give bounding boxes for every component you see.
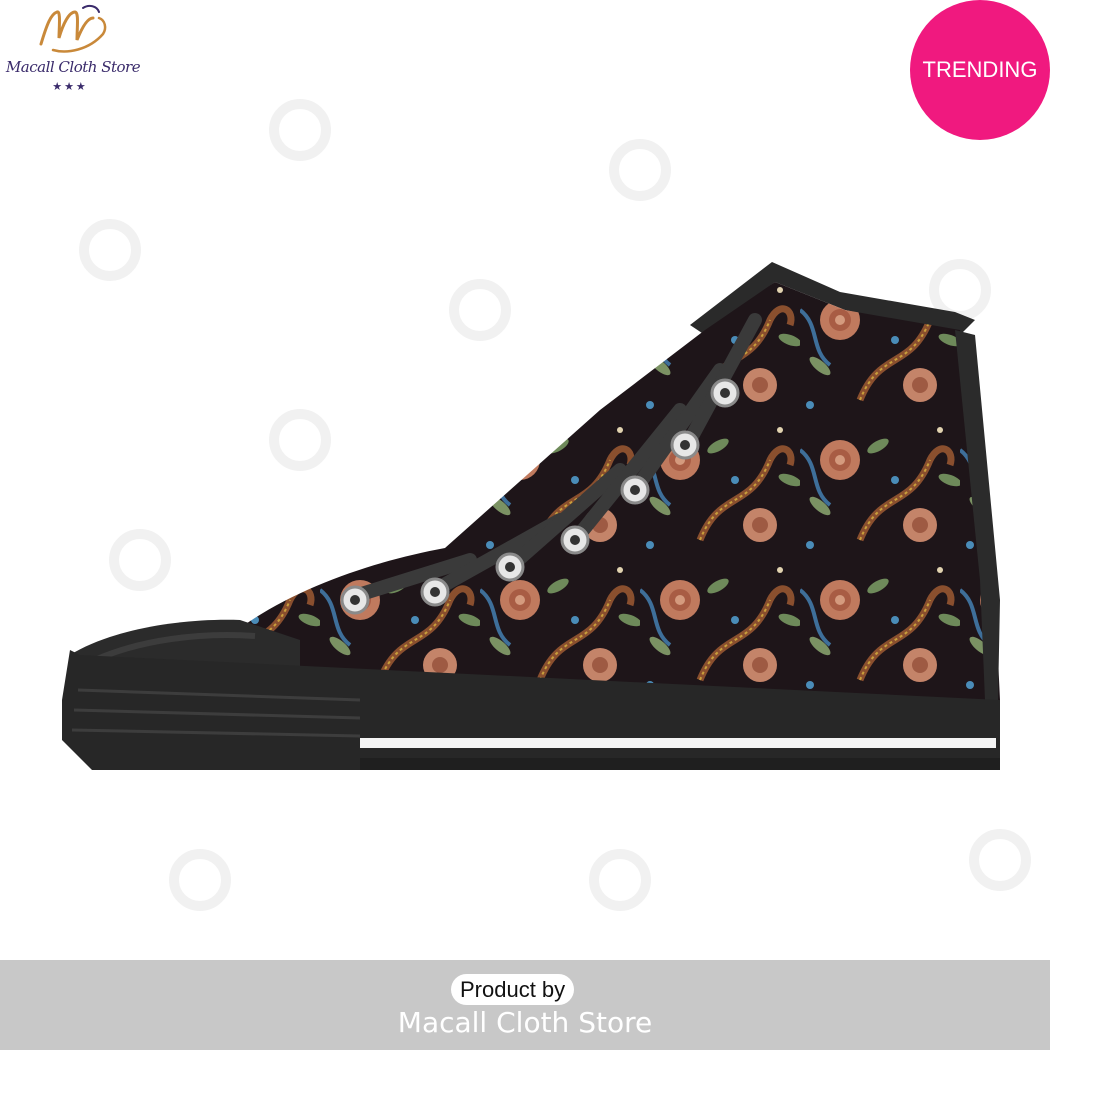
product-sneaker-image — [62, 262, 1000, 770]
product-by-label: Product by — [451, 974, 575, 1005]
footer-store-name: Macall Cloth Store — [397, 1006, 653, 1039]
